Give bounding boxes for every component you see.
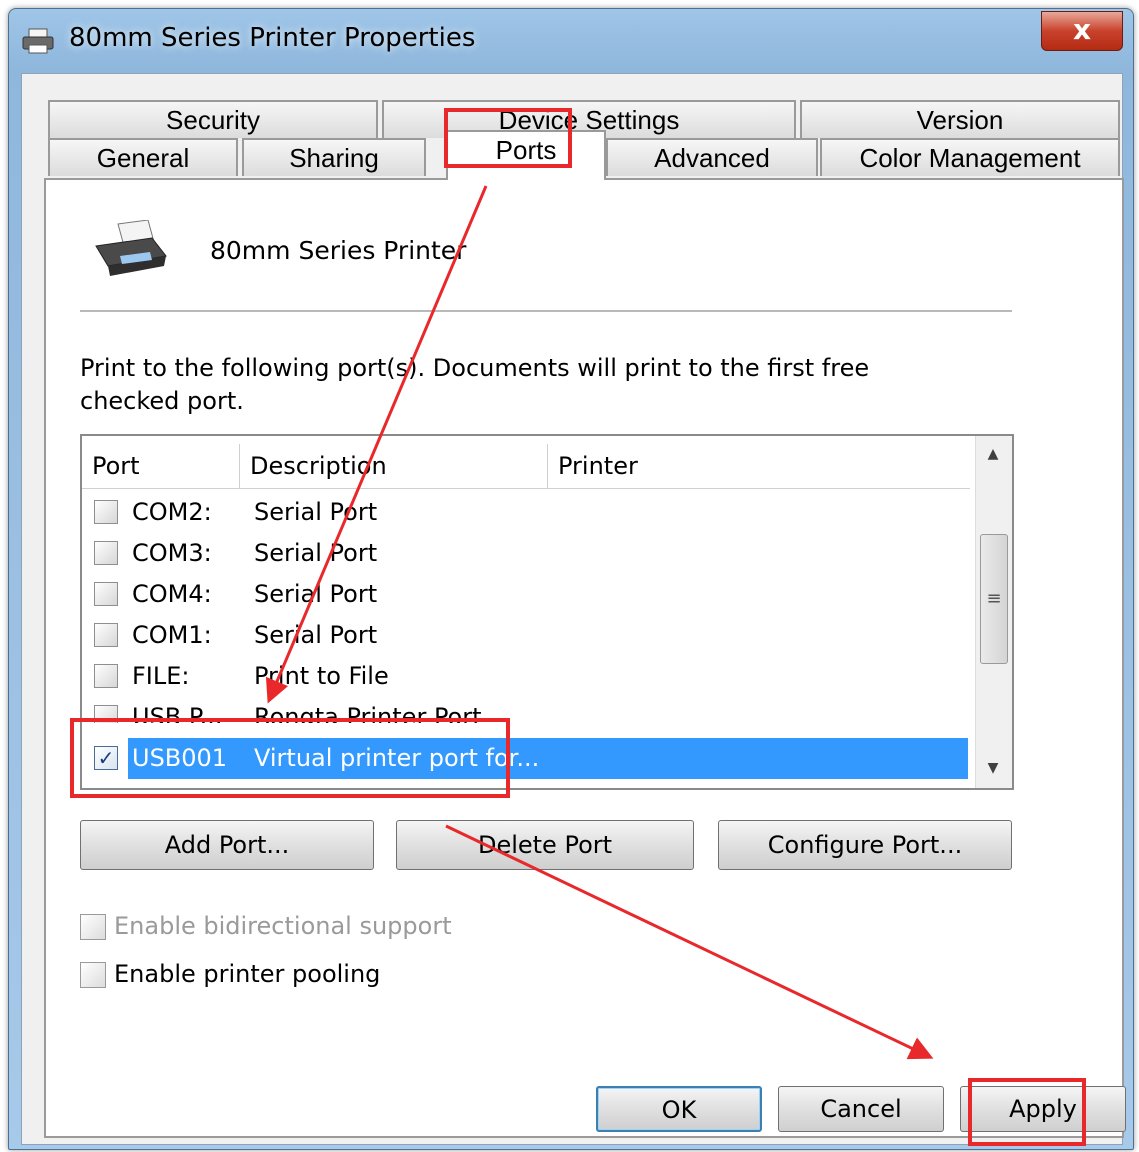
arrow-to-usb001 [265,185,488,704]
arrow-to-apply [445,824,934,1060]
annotation-arrows [265,185,934,1060]
